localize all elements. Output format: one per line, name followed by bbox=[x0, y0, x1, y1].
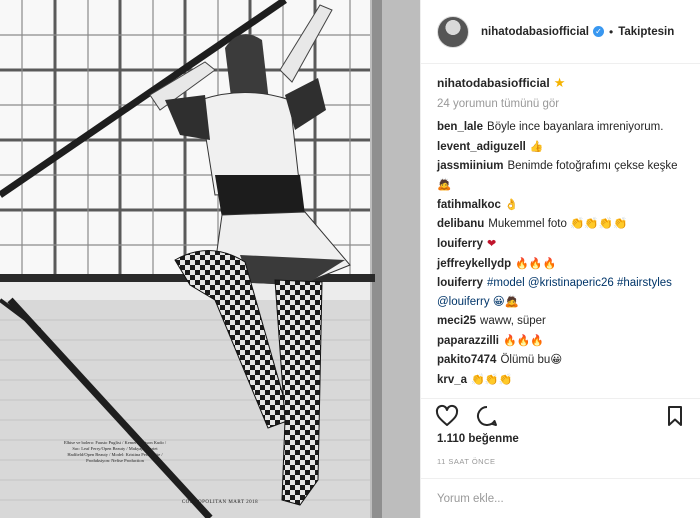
comments-list[interactable]: nihatodabasiofficial ★ 24 yorumun tümünü … bbox=[421, 64, 700, 400]
comment-username[interactable]: krv_a bbox=[437, 374, 467, 386]
comment-username[interactable]: delibanu bbox=[437, 218, 484, 230]
action-bar bbox=[421, 398, 700, 432]
add-comment-input[interactable] bbox=[437, 492, 685, 505]
comment-username[interactable]: meci25 bbox=[437, 315, 476, 327]
comment-item: jeffreykellydp 🔥🔥🔥 bbox=[437, 254, 685, 274]
comment-item: krv_a 👏👏👏 bbox=[437, 370, 685, 390]
heart-outline-icon[interactable] bbox=[435, 404, 459, 428]
comment-item: louiferry #model @kristinaperic26 #hairst… bbox=[437, 274, 685, 312]
comment-username[interactable]: louiferry bbox=[437, 277, 483, 289]
avatar[interactable] bbox=[437, 15, 469, 48]
bookmark-icon[interactable] bbox=[663, 404, 687, 428]
comment-item: jassmiinium Benimde fotoğrafımı çekse keş… bbox=[437, 157, 685, 195]
comment-username[interactable]: pakito7474 bbox=[437, 354, 496, 366]
comment-text: ❤ bbox=[487, 237, 497, 250]
comment-text: 👌 bbox=[504, 198, 519, 211]
comment-item: delibanu Mukemmel foto 👏👏👏👏 bbox=[437, 215, 685, 234]
comment-bubble-icon[interactable] bbox=[475, 404, 499, 428]
comment-item: ben_lale Böyle ince bayanlara imreniyorum… bbox=[437, 118, 685, 137]
comment-item: paparazzilli 🔥🔥🔥 bbox=[437, 331, 685, 351]
comment-text: 👍 bbox=[529, 140, 544, 153]
post-timestamp: 11 SAAT ÖNCE bbox=[437, 457, 496, 466]
comment-text: 🔥🔥🔥 bbox=[515, 257, 557, 270]
comment-username[interactable]: jassmiinium bbox=[437, 160, 503, 172]
comment-text: 🔥🔥🔥 bbox=[503, 334, 545, 347]
header-username[interactable]: nihatodabasiofficial bbox=[481, 26, 589, 38]
post-photo[interactable]: Elbise ve bolero: Fausto Puglisi / Kemer… bbox=[0, 0, 420, 518]
star-icon: ★ bbox=[553, 75, 566, 90]
comment-item: meci25 waww, süper bbox=[437, 312, 685, 331]
post-side-panel: nihatodabasiofficial ✓ • Takiptesin niha… bbox=[420, 0, 700, 518]
comment-username[interactable]: ben_lale bbox=[437, 121, 483, 133]
likes-count[interactable]: 1.110 beğenme bbox=[437, 433, 519, 445]
comment-item: fatihmalkoc 👌 bbox=[437, 195, 685, 215]
post-header: nihatodabasiofficial ✓ • Takiptesin bbox=[421, 0, 700, 64]
comment-username[interactable]: paparazzilli bbox=[437, 335, 499, 347]
magazine-footer-text: COSMOPOLITAN MART 2018 bbox=[181, 500, 259, 505]
comment-text: Böyle ince bayanlara imreniyorum. bbox=[487, 121, 664, 133]
header-separator: • bbox=[609, 24, 614, 39]
view-all-comments-link[interactable]: 24 yorumun tümünü gör bbox=[437, 96, 685, 112]
add-comment-box bbox=[421, 478, 700, 518]
comment-item: louiferry ❤ bbox=[437, 234, 685, 254]
comment-item: levent_adiguzell 👍 bbox=[437, 137, 685, 157]
comment-text: Mukemmel foto 👏👏👏👏 bbox=[488, 218, 628, 230]
comment-username[interactable]: fatihmalkoc bbox=[437, 199, 501, 211]
follow-status-button[interactable]: Takiptesin bbox=[618, 26, 674, 38]
comment-text: waww, süper bbox=[480, 315, 546, 327]
comment-username[interactable]: louiferry bbox=[437, 238, 483, 250]
comment-text: 👏👏👏 bbox=[471, 373, 513, 386]
comment-username[interactable]: jeffreykellydp bbox=[437, 258, 511, 270]
owner-caption: nihatodabasiofficial ★ bbox=[437, 74, 685, 92]
comment-item: pakito7474 Ölümü bu😀 bbox=[437, 351, 685, 370]
photo-credits-text: Elbise ve bolero: Fausto Puglisi / Kemer… bbox=[63, 440, 167, 463]
verified-badge-icon: ✓ bbox=[593, 26, 604, 37]
comment-text: Ölümü bu😀 bbox=[500, 354, 563, 366]
comment-username[interactable]: levent_adiguzell bbox=[437, 141, 526, 153]
caption-username[interactable]: nihatodabasiofficial bbox=[437, 76, 550, 90]
